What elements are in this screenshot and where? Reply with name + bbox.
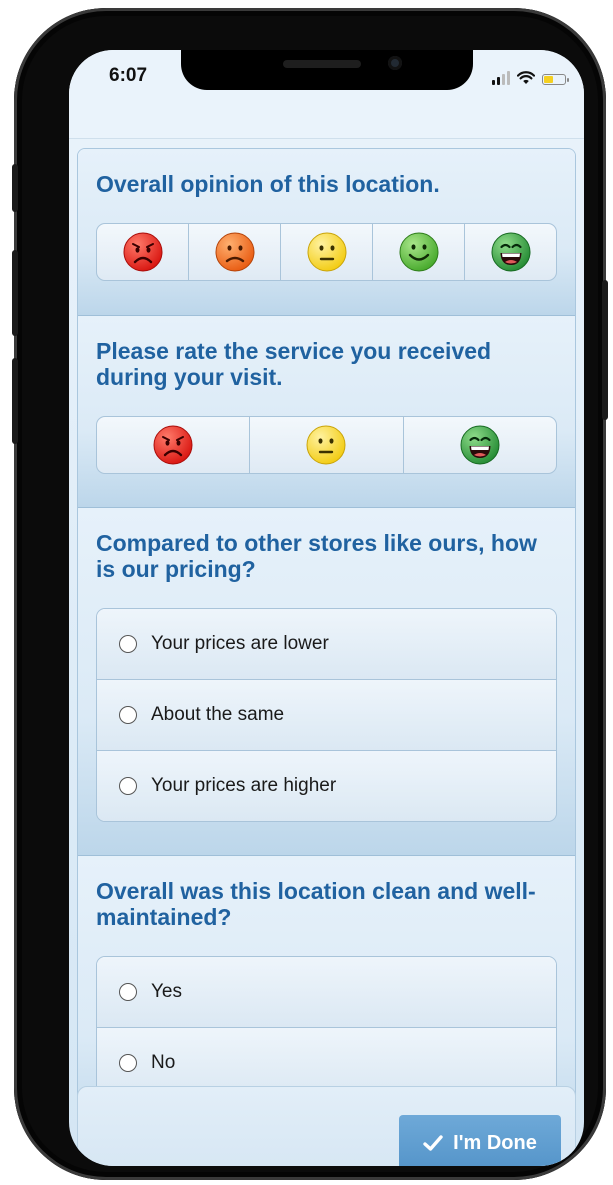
screen: 6:07 Overall opinion of this location. P… (69, 50, 584, 1166)
notch (181, 50, 473, 90)
rating-option-very-happy[interactable] (402, 417, 556, 473)
radio-label: Your prices are higher (151, 775, 337, 796)
radio-button[interactable] (119, 1054, 137, 1072)
rating-option-sad[interactable] (188, 224, 280, 280)
very-happy-face-icon (460, 425, 500, 465)
radio-group-cleanliness: Yes No (96, 956, 557, 1099)
radio-label: No (151, 1052, 176, 1073)
done-button[interactable]: I'm Done (399, 1115, 561, 1166)
power-button (602, 280, 608, 420)
survey-form: Overall opinion of this location. Please… (77, 148, 576, 1157)
neutral-face-icon (307, 232, 346, 272)
radio-button[interactable] (119, 777, 137, 795)
happy-face-icon (399, 232, 438, 272)
question-pricing: Compared to other stores like ours, how … (78, 508, 575, 856)
footer-bar: I'm Done (77, 1086, 576, 1166)
rating-option-very-sad[interactable] (97, 224, 188, 280)
very-sad-face-icon (123, 232, 162, 272)
radio-group-pricing: Your prices are lower About the same You… (96, 608, 557, 822)
front-camera (388, 56, 402, 70)
rating-option-happy[interactable] (372, 224, 464, 280)
rating-option-neutral[interactable] (280, 224, 372, 280)
status-time: 6:07 (109, 65, 148, 86)
battery-icon (542, 74, 569, 85)
silent-switch (12, 164, 18, 212)
radio-option-yes[interactable]: Yes (97, 957, 556, 1027)
rating-scale-5 (96, 223, 557, 281)
very-happy-face-icon (491, 232, 530, 272)
radio-option-prices-lower[interactable]: Your prices are lower (97, 609, 556, 679)
neutral-face-icon (306, 425, 346, 465)
question-title: Compared to other stores like ours, how … (96, 530, 537, 582)
sad-face-icon (215, 232, 254, 272)
wifi-icon (517, 71, 535, 84)
radio-label: Your prices are lower (151, 633, 329, 654)
question-title: Overall opinion of this location. (96, 171, 440, 197)
radio-label: About the same (151, 704, 285, 725)
rating-option-neutral[interactable] (249, 417, 402, 473)
radio-button[interactable] (119, 635, 137, 653)
question-title: Overall was this location clean and well… (96, 878, 536, 930)
radio-option-about-same[interactable]: About the same (97, 679, 556, 750)
question-title: Please rate the service you received dur… (96, 338, 492, 390)
phone-frame: 6:07 Overall opinion of this location. P… (12, 8, 608, 1180)
very-sad-face-icon (153, 425, 193, 465)
signal-icon (492, 71, 510, 85)
checkmark-icon (423, 1135, 443, 1151)
rating-scale-3 (96, 416, 557, 474)
volume-down-button (12, 358, 18, 444)
done-button-label: I'm Done (453, 1131, 537, 1154)
volume-up-button (12, 250, 18, 336)
rating-option-very-happy[interactable] (464, 224, 556, 280)
radio-label: Yes (151, 981, 182, 1002)
status-icons (492, 69, 569, 85)
rating-option-very-sad[interactable] (97, 417, 249, 473)
radio-button[interactable] (119, 983, 137, 1001)
question-overall-opinion: Overall opinion of this location. (78, 149, 575, 316)
radio-option-prices-higher[interactable]: Your prices are higher (97, 750, 556, 821)
question-service-rating: Please rate the service you received dur… (78, 316, 575, 508)
speaker-grille (283, 60, 361, 68)
radio-button[interactable] (119, 706, 137, 724)
